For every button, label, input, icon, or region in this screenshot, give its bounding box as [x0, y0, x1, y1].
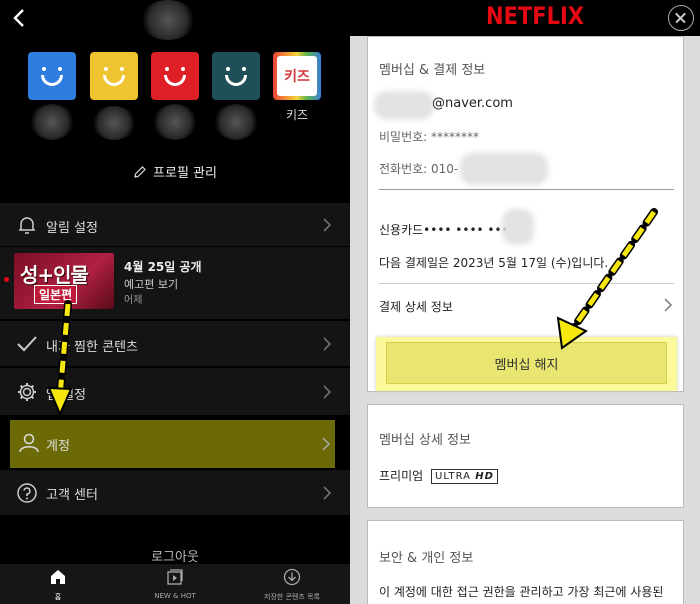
chevron-right-icon [323, 218, 332, 232]
mobile-app-pane: 키즈 키즈 프로필 관리 알림 설정 성+인물 일본편 4월 25일 공개 예고… [0, 0, 350, 604]
profile-eye [120, 67, 124, 71]
ultra-hd-badge-hd: HD [475, 471, 494, 482]
menu-account-label: 계정 [46, 439, 70, 454]
blurred-card-digits [502, 209, 534, 245]
profile-eye [181, 67, 185, 71]
help-circle-icon [17, 483, 37, 503]
chevron-right-icon [323, 337, 332, 351]
profile-eye [242, 67, 246, 71]
cancel-membership-button[interactable]: 멤버십 해지 [386, 342, 667, 384]
thumbnail-subtitle: 일본편 [34, 285, 78, 304]
membership-billing-card: 멤버십 & 결제 정보 @naver.com 비밀번호: ******** 전화… [367, 36, 684, 392]
netflix-logo: NETFLIX [486, 2, 584, 30]
profile-smile [103, 75, 125, 86]
netflix-header: NETFLIX [350, 0, 700, 36]
menu-account[interactable]: 계정 [10, 420, 335, 468]
blurred-profile-name [214, 104, 258, 140]
profile-eye [226, 67, 230, 71]
payment-details-label: 결제 상세 정보 [379, 300, 453, 314]
nav-home[interactable]: 홈 [0, 568, 116, 602]
menu-my-list-label: 내가 찜한 콘텐츠 [46, 340, 138, 355]
plan-name: 프리미엄 [379, 469, 424, 483]
bottom-nav: 홈 NEW & HOT 저장한 콘텐츠 목록 [0, 564, 350, 604]
account-phone: 전화번호: 010- [379, 162, 459, 176]
blurred-phone-number [460, 153, 548, 185]
security-privacy-body: 이 계정에 대한 접근 권한을 관리하고 가장 최근에 사용된 [379, 585, 664, 599]
menu-app-settings[interactable]: 앱 설정 [0, 368, 350, 416]
profile-tile-red[interactable] [151, 52, 199, 100]
profile-smile [41, 75, 63, 86]
menu-my-list[interactable]: 내가 찜한 콘텐츠 [0, 321, 350, 367]
profile-name-kids: 키즈 [285, 108, 309, 122]
profile-eye [104, 67, 108, 71]
close-icon[interactable] [668, 5, 694, 31]
profile-eye [58, 67, 62, 71]
person-icon [19, 433, 39, 453]
chevron-right-icon [323, 385, 332, 399]
profile-manage-label: 프로필 관리 [153, 166, 217, 181]
security-privacy-card: 보안 & 개인 정보 이 계정에 대한 접근 권한을 관리하고 가장 최근에 사… [367, 520, 684, 604]
back-arrow-icon[interactable] [8, 6, 32, 30]
ultra-hd-badge: ULTRA HD [431, 469, 498, 484]
menu-app-settings-label: 앱 설정 [46, 388, 87, 403]
blurred-profile-name [30, 104, 74, 140]
gear-icon [18, 383, 36, 401]
profile-manage-button[interactable]: 프로필 관리 [0, 162, 350, 181]
nav-new-hot-label: NEW & HOT [154, 592, 196, 600]
logout-button[interactable]: 로그아웃 [0, 546, 350, 565]
profile-eye [42, 67, 46, 71]
notification-date: 4월 25일 공개 [124, 260, 202, 274]
chevron-right-icon [323, 486, 332, 500]
nav-home-label: 홈 [54, 593, 62, 601]
blurred-avatar [140, 0, 196, 40]
ultra-hd-badge-ultra: ULTRA [435, 471, 472, 482]
notification-subtitle: 예고편 보기 [124, 278, 179, 291]
profile-eye [165, 67, 169, 71]
profile-tile-yellow[interactable] [90, 52, 138, 100]
nav-downloads[interactable]: 저장한 콘텐츠 목록 [234, 568, 350, 602]
menu-notifications-label: 알림 설정 [46, 221, 98, 236]
credit-card-info: 신용카드•••• •••• •••• [379, 223, 516, 237]
web-account-pane: NETFLIX 멤버십 & 결제 정보 @naver.com 비밀번호: ***… [350, 0, 700, 604]
account-email: @naver.com [432, 96, 513, 111]
bell-icon [19, 217, 35, 234]
profile-tile-blue[interactable] [28, 52, 76, 100]
blurred-profile-name [92, 106, 136, 140]
menu-help[interactable]: 고객 센터 [0, 470, 350, 516]
profile-smile [164, 75, 186, 86]
security-privacy-title: 보안 & 개인 정보 [379, 551, 474, 566]
account-password: 비밀번호: ******** [379, 130, 480, 144]
nav-downloads-label: 저장한 콘텐츠 목록 [264, 593, 320, 601]
chevron-right-icon [664, 298, 673, 312]
play-stack-icon [167, 569, 183, 585]
plan-details-title: 멤버십 상세 정보 [379, 433, 471, 448]
blurred-profile-name [153, 104, 197, 140]
home-icon [51, 570, 65, 584]
download-icon [283, 568, 301, 586]
plan-details-card: 멤버십 상세 정보 프리미엄 ULTRA HD [367, 404, 684, 508]
profile-tile-kids[interactable]: 키즈 [273, 52, 321, 100]
thumbnail-title: 성+인물 [20, 263, 89, 287]
chevron-right-icon [322, 437, 331, 451]
kids-logo: 키즈 [277, 56, 317, 96]
profile-tile-teal[interactable] [212, 52, 260, 100]
menu-notifications[interactable]: 알림 설정 [0, 203, 350, 247]
unread-dot [4, 277, 9, 282]
blurred-email-prefix [374, 91, 434, 119]
pencil-icon [134, 166, 146, 178]
cancel-membership-highlight: 멤버십 해지 [376, 337, 677, 391]
divider [379, 283, 674, 284]
notification-thumbnail[interactable]: 성+인물 일본편 [14, 253, 114, 309]
notification-time: 어제 [124, 295, 143, 306]
menu-help-label: 고객 센터 [46, 488, 98, 503]
checkmark-icon [17, 336, 37, 352]
membership-billing-title: 멤버십 & 결제 정보 [379, 63, 486, 78]
nav-new-hot[interactable]: NEW & HOT [117, 568, 233, 600]
plan-name-row: 프리미엄 ULTRA HD [379, 467, 498, 484]
divider [379, 189, 674, 190]
next-payment-date: 다음 결제일은 2023년 5월 17일 (수)입니다. [379, 256, 609, 270]
profile-smile [225, 75, 247, 86]
payment-details-link[interactable]: 결제 상세 정보 [368, 285, 683, 325]
